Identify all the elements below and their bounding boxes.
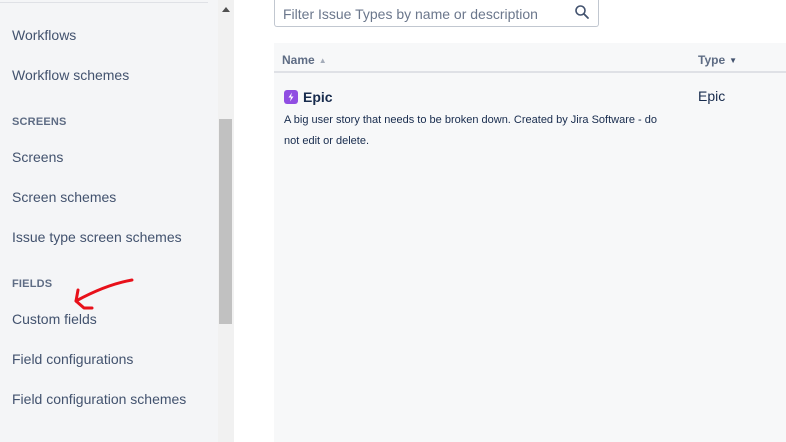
epic-lightning-icon: [284, 90, 298, 104]
table-header-divider: [274, 71, 786, 73]
filter-box[interactable]: [274, 0, 599, 27]
red-arrow-annotation: [74, 278, 134, 310]
issue-type-type: Epic: [698, 88, 726, 104]
filter-issue-types-input[interactable]: [283, 5, 563, 23]
main-content: Name▲︎ Type▼ Epic A big user story that …: [236, 0, 786, 442]
sort-desc-icon: ▼: [729, 56, 738, 65]
sidebar-scrollbar[interactable]: [218, 0, 234, 442]
sidebar-item-issue-type-screen-schemes[interactable]: Issue type screen schemes: [12, 229, 182, 245]
sort-icon: ▲︎: [318, 56, 327, 65]
sidebar-item-screen-schemes[interactable]: Screen schemes: [12, 189, 116, 205]
sidebar-item-workflow-schemes[interactable]: Workflow schemes: [12, 67, 129, 83]
sidebar-item-field-configuration-schemes[interactable]: Field configuration schemes: [12, 391, 186, 407]
sidebar-divider: [0, 2, 208, 3]
sidebar: Workflows Workflow schemes SCREENS Scree…: [0, 0, 218, 442]
sidebar-heading-fields: FIELDS: [12, 278, 53, 290]
sidebar-item-workflows[interactable]: Workflows: [12, 27, 76, 43]
column-header-type[interactable]: Type ▼: [698, 53, 737, 67]
issue-type-description: A big user story that needs to be broken…: [284, 114, 657, 147]
column-header-name-label: Name: [282, 53, 315, 67]
sidebar-item-screens[interactable]: Screens: [12, 149, 63, 165]
scroll-up-arrow-icon[interactable]: [222, 7, 230, 12]
column-header-type-label: Type: [698, 53, 726, 67]
sidebar-heading-screens: SCREENS: [12, 116, 67, 128]
issue-type-name[interactable]: Epic: [303, 89, 333, 105]
scrollbar-thumb[interactable]: [219, 119, 232, 324]
sidebar-item-field-configurations[interactable]: Field configurations: [12, 351, 133, 367]
column-header-name[interactable]: Name ▲︎: [282, 53, 327, 67]
search-icon[interactable]: [574, 4, 590, 20]
